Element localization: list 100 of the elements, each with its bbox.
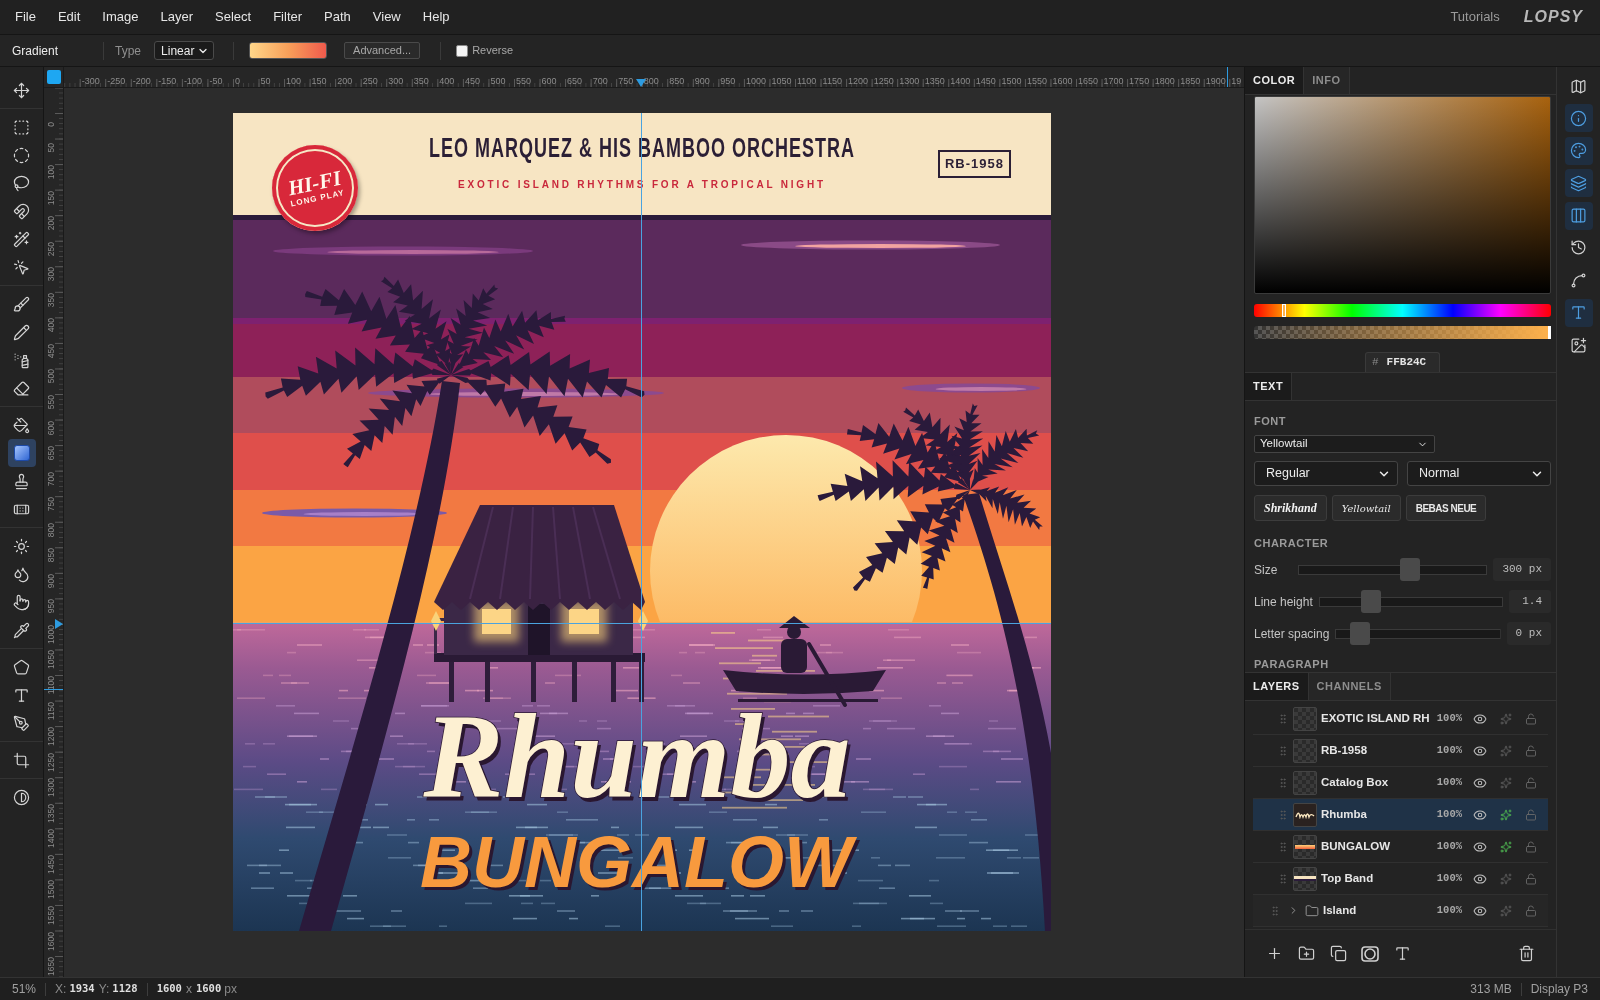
slider-thumb[interactable] (1349, 622, 1370, 645)
type-dropdown[interactable]: Linear (154, 41, 215, 60)
ruler-label: 1500 (47, 880, 56, 900)
reverse-checkbox[interactable] (456, 44, 469, 57)
drag-handle-icon[interactable] (1277, 712, 1289, 725)
value-field[interactable]: 0 px (1506, 622, 1551, 645)
app-logo: LOPSY (1523, 7, 1583, 27)
padlock-icon[interactable] (1525, 776, 1537, 789)
ruler-label: 450 (464, 77, 480, 86)
info-panel-button[interactable] (1564, 104, 1593, 133)
ruler-label: 800 (47, 522, 56, 537)
ruler-label: 1100 (47, 676, 56, 695)
alpha-slider[interactable] (1254, 326, 1551, 339)
sparkles-icon[interactable] (1500, 840, 1512, 853)
font-family-dropdown[interactable]: Yellowtail (1254, 435, 1435, 453)
ruler-label: 1150 (47, 701, 56, 720)
panel-tab[interactable]: COLOR (1245, 67, 1305, 94)
padlock-icon[interactable] (1525, 904, 1537, 917)
advanced-button[interactable]: Advanced... (344, 42, 421, 59)
paint-bucket-icon (13, 416, 30, 434)
guide-line[interactable] (233, 623, 1051, 625)
menu-item[interactable]: Path (313, 0, 362, 34)
slider-label: Size (1254, 561, 1279, 579)
drag-handle-icon[interactable] (1277, 744, 1289, 757)
slider-thumb[interactable] (1281, 304, 1286, 317)
slider-thumb[interactable] (1548, 326, 1551, 339)
padlock-icon[interactable] (1525, 840, 1537, 853)
ruler-label: 950 (720, 77, 736, 86)
eye-icon[interactable] (1473, 839, 1487, 854)
eye-icon[interactable] (1473, 775, 1487, 790)
menu-item[interactable]: File (4, 0, 47, 34)
menu-item[interactable]: Select (204, 0, 263, 34)
padlock-icon[interactable] (1525, 712, 1537, 725)
font-preset-button[interactable]: Shrikhand (1254, 495, 1327, 521)
eye-icon[interactable] (1473, 807, 1487, 822)
text-icon (1570, 304, 1587, 322)
drag-handle-icon[interactable] (1277, 840, 1289, 853)
font-variant-dropdown[interactable]: Normal (1407, 461, 1551, 486)
ruler-label: 300 (47, 267, 56, 282)
drag-handle-icon[interactable] (1269, 904, 1281, 917)
tutorials-link[interactable]: Tutorials (1450, 7, 1500, 27)
ruler-label: 0 (234, 77, 240, 86)
drag-handle-icon[interactable] (1277, 808, 1289, 821)
corner-square-icon[interactable] (46, 70, 61, 84)
hue-slider[interactable] (1254, 304, 1551, 317)
droplets-icon (13, 565, 30, 583)
slider-thumb[interactable] (1399, 558, 1420, 581)
layer-name: Top Band (1321, 870, 1374, 886)
ruler-label: 850 (669, 77, 685, 86)
drag-handle-icon[interactable] (1277, 776, 1289, 789)
font-preset-button[interactable]: BEBAS NEUE (1405, 495, 1487, 521)
padlock-icon[interactable] (1525, 744, 1537, 757)
slider-thumb[interactable] (1361, 590, 1382, 613)
layer-row[interactable]: EXOTIC ISLAND RH 100% (1253, 703, 1548, 735)
eye-icon[interactable] (1473, 903, 1487, 918)
menu-item[interactable]: Help (411, 0, 461, 34)
eye-icon[interactable] (1473, 743, 1487, 758)
menu-item[interactable]: View (361, 0, 412, 34)
album-title: Rhumba (422, 695, 852, 823)
unit-label: px (224, 981, 237, 998)
eraser-icon (13, 379, 30, 397)
menu-item[interactable]: Image (91, 0, 150, 34)
font-style-dropdown[interactable]: Regular (1254, 461, 1398, 486)
hex-value: FFB24C (1386, 355, 1427, 371)
sparkles-icon[interactable] (1500, 808, 1512, 821)
menu-item[interactable]: Filter (262, 0, 314, 34)
panel-tab[interactable]: LAYERS (1245, 673, 1309, 700)
eyedropper-icon (13, 621, 30, 639)
hex-field[interactable]: # FFB24C (1365, 352, 1440, 372)
layer-row[interactable]: RB-1958 100% (1253, 735, 1548, 767)
padlock-icon[interactable] (1525, 872, 1537, 885)
palette-panel-button[interactable] (1564, 136, 1593, 165)
image-plus-icon (1570, 336, 1587, 354)
gradient-swatch[interactable] (249, 42, 328, 59)
color-field[interactable] (1254, 96, 1551, 294)
panel-tab[interactable]: TEXT (1245, 373, 1293, 400)
layer-row[interactable]: BUNGALOW 100% (1253, 831, 1548, 863)
columns-panel-button[interactable] (1564, 201, 1593, 230)
folder-icon (1305, 903, 1319, 918)
ruler-label: 50 (47, 143, 56, 153)
coordinate-value: 1934 (69, 981, 95, 997)
pointer-click-icon (13, 258, 30, 276)
drag-handle-icon[interactable] (1277, 872, 1289, 885)
move-icon (13, 81, 30, 99)
menu-item[interactable]: Edit (46, 0, 92, 34)
layer-thumbnail (1293, 706, 1317, 731)
value-field[interactable]: 300 px (1493, 558, 1551, 581)
layers-panel-button[interactable] (1564, 169, 1593, 198)
ruler-label: 100 (47, 165, 56, 180)
text-icon (1393, 945, 1411, 962)
text-panel-button[interactable] (1564, 298, 1593, 327)
layer-row[interactable]: Rhumba 100% (1253, 799, 1548, 831)
value-field[interactable]: 1.4 (1509, 590, 1551, 613)
font-preset-button[interactable]: Yellowtail (1331, 495, 1401, 521)
eye-icon[interactable] (1473, 711, 1487, 726)
layer-opacity: 100% (1436, 742, 1462, 758)
menu-item[interactable]: Layer (149, 0, 205, 34)
ruler-label: 1100 (797, 77, 817, 86)
eye-icon[interactable] (1473, 871, 1487, 886)
gradient-tool[interactable] (7, 439, 36, 467)
